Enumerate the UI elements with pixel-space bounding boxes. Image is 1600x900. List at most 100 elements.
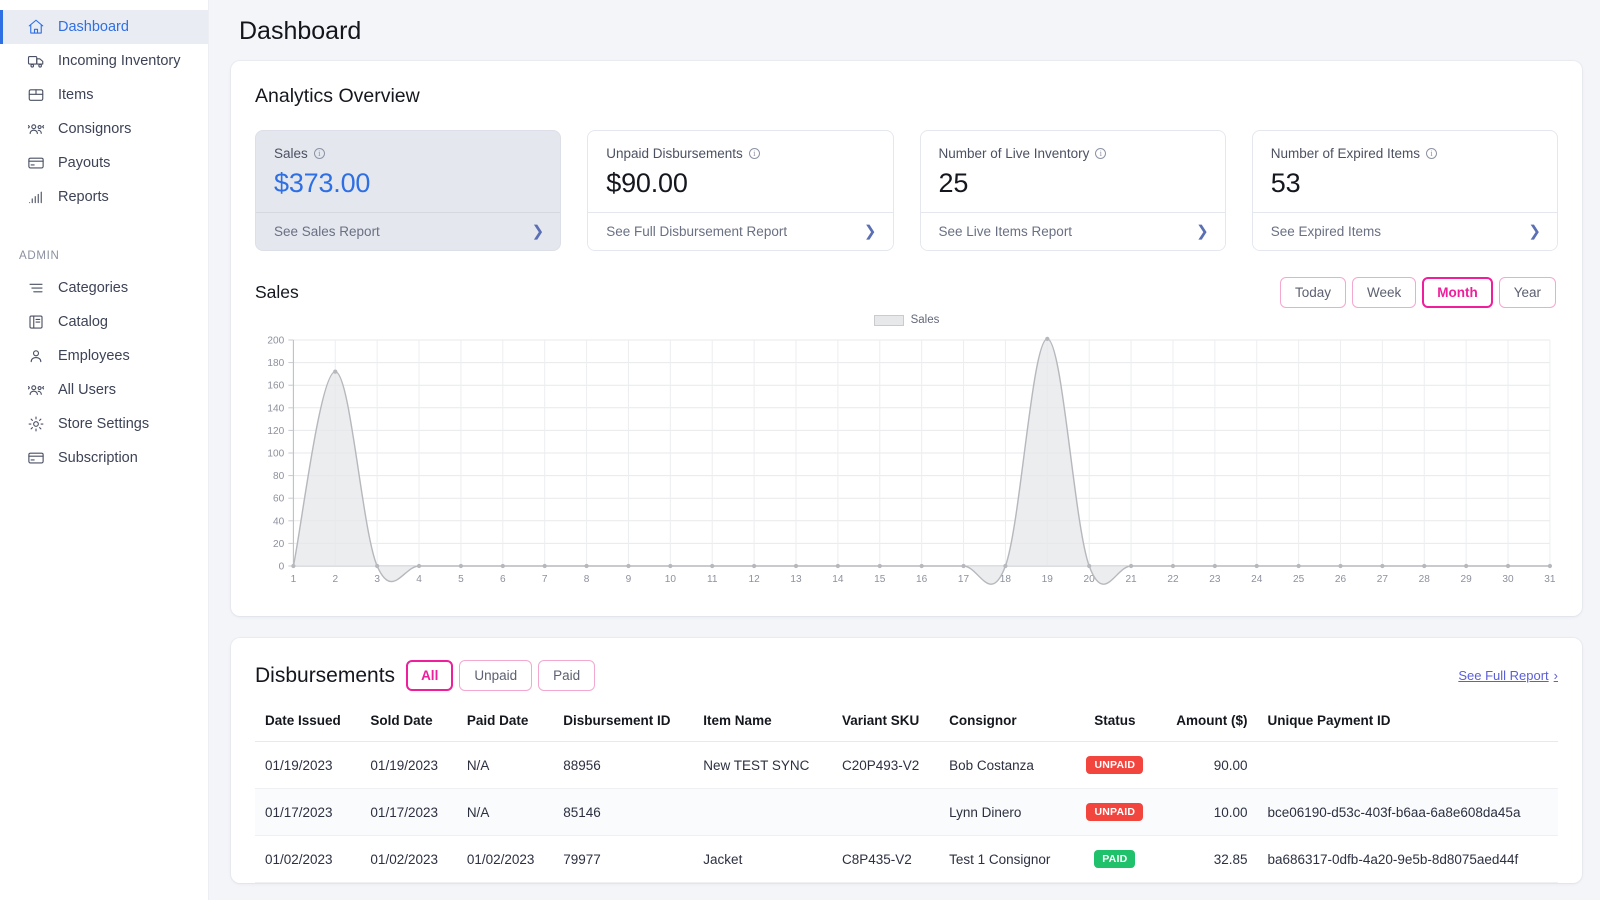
kpi-label-text: Sales (274, 146, 308, 161)
chevron-right-icon: ❯ (1528, 224, 1541, 239)
cell-variant-sku: C8P435-V2 (832, 836, 939, 883)
bar-chart-icon (26, 188, 45, 207)
svg-text:23: 23 (1209, 574, 1221, 585)
kpi-card-unpaid-disbursements[interactable]: Unpaid Disbursementsi$90.00See Full Disb… (587, 130, 893, 251)
svg-text:5: 5 (458, 574, 464, 585)
kpi-card-row: Salesi$373.00See Sales Report❯ Unpaid Dis… (255, 130, 1558, 251)
svg-text:11: 11 (707, 574, 718, 585)
kpi-label-text: Number of Expired Items (1271, 146, 1420, 161)
sidebar-section-admin: ADMIN (0, 250, 208, 271)
table-row[interactable]: 01/19/202301/19/2023N/A88956New TEST SYN… (255, 742, 1558, 789)
sidebar-item-employees[interactable]: Employees (0, 339, 208, 373)
sidebar-item-incoming-inventory[interactable]: Incoming Inventory (0, 44, 208, 78)
sidebar-item-catalog[interactable]: Catalog (0, 305, 208, 339)
kpi-report-label: See Live Items Report (939, 224, 1073, 239)
kpi-report-link[interactable]: See Sales Report❯ (256, 212, 560, 250)
see-full-report-link[interactable]: See Full Report › (1458, 668, 1558, 683)
sidebar-item-label: Catalog (58, 314, 108, 330)
sidebar-item-categories[interactable]: Categories (0, 271, 208, 305)
info-icon[interactable]: i (1095, 148, 1106, 159)
users-icon (26, 120, 45, 139)
kpi-report-link[interactable]: See Expired Items❯ (1253, 212, 1557, 250)
date-range-selector: TodayWeekMonthYear (1280, 277, 1556, 308)
cell-date-issued: 01/17/2023 (255, 789, 360, 836)
cell-payment-id: bce06190-d53c-403f-b6aa-6a8e608da45a (1257, 789, 1558, 836)
kpi-body: Unpaid Disbursementsi$90.00 (588, 131, 892, 212)
sidebar-item-reports[interactable]: Reports (0, 180, 208, 214)
sidebar-item-store-settings[interactable]: Store Settings (0, 407, 208, 441)
kpi-report-label: See Full Disbursement Report (606, 224, 787, 239)
filter-button-unpaid[interactable]: Unpaid (459, 660, 532, 691)
sidebar-item-subscription[interactable]: Subscription (0, 441, 208, 475)
cell-payment-id (1257, 742, 1558, 789)
cell-item-name (693, 789, 832, 836)
column-header: Status (1073, 713, 1157, 742)
legend-label-sales: Sales (911, 314, 940, 326)
sidebar-item-label: Incoming Inventory (58, 53, 181, 69)
disbursements-panel: Disbursements AllUnpaidPaid See Full Rep… (231, 638, 1582, 883)
kpi-card-number-of-expired-items[interactable]: Number of Expired Itemsi53See Expired It… (1252, 130, 1558, 251)
chevron-right-icon: › (1554, 668, 1558, 683)
kpi-card-sales[interactable]: Salesi$373.00See Sales Report❯ (255, 130, 561, 251)
sidebar-item-consignors[interactable]: Consignors (0, 112, 208, 146)
chart-svg: 0204060801001201401601802001234567891011… (255, 332, 1558, 594)
cell-amount: 32.85 (1157, 836, 1257, 883)
cell-amount: 10.00 (1157, 789, 1257, 836)
kpi-report-link[interactable]: See Live Items Report ❯ (921, 212, 1225, 250)
svg-text:22: 22 (1167, 574, 1179, 585)
table-row[interactable]: 01/02/202301/02/202301/02/202379977Jacke… (255, 836, 1558, 883)
kpi-label: Salesi (274, 146, 542, 161)
svg-text:25: 25 (1293, 574, 1305, 585)
filter-button-paid[interactable]: Paid (538, 660, 595, 691)
filter-button-all[interactable]: All (406, 660, 453, 691)
sidebar-item-all-users[interactable]: All Users (0, 373, 208, 407)
svg-text:28: 28 (1419, 574, 1431, 585)
range-button-month[interactable]: Month (1422, 277, 1492, 308)
svg-text:16: 16 (916, 574, 928, 585)
sales-chart: Sales 0204060801001201401601802001234567… (255, 314, 1558, 594)
users-icon (26, 381, 45, 400)
table-row[interactable]: 01/17/202301/17/2023N/A85146Lynn DineroU… (255, 789, 1558, 836)
see-full-report-label: See Full Report (1458, 668, 1548, 683)
sidebar-item-label: Employees (58, 348, 130, 364)
svg-text:120: 120 (267, 426, 284, 437)
disbursements-title: Disbursements (255, 664, 395, 688)
sidebar-item-label: Payouts (58, 155, 110, 171)
kpi-label: Number of Expired Items i (1271, 146, 1539, 161)
card-icon (26, 154, 45, 173)
sidebar-item-items[interactable]: Items (0, 78, 208, 112)
svg-text:17: 17 (958, 574, 970, 585)
kpi-label: Unpaid Disbursements i (606, 146, 874, 161)
info-icon[interactable]: i (314, 148, 325, 159)
cell-payment-id: ba686317-0dfb-4a20-9e5b-8d8075aed44f (1257, 836, 1558, 883)
svg-text:1: 1 (291, 574, 297, 585)
sidebar-item-label: Categories (58, 280, 128, 296)
cell-consignor: Lynn Dinero (939, 789, 1073, 836)
svg-text:4: 4 (416, 574, 422, 585)
svg-text:26: 26 (1335, 574, 1347, 585)
sidebar-item-dashboard[interactable]: Dashboard (0, 10, 208, 44)
chart-legend: Sales (255, 314, 1558, 326)
kpi-report-link[interactable]: See Full Disbursement Report❯ (588, 212, 892, 250)
svg-text:7: 7 (542, 574, 548, 585)
info-icon[interactable]: i (749, 148, 760, 159)
svg-text:29: 29 (1461, 574, 1473, 585)
info-icon[interactable]: i (1426, 148, 1437, 159)
svg-text:9: 9 (626, 574, 632, 585)
legend-swatch-sales (874, 315, 904, 326)
chevron-right-icon: ❯ (1196, 224, 1209, 239)
range-button-today[interactable]: Today (1280, 277, 1346, 308)
kpi-label-text: Unpaid Disbursements (606, 146, 743, 161)
cell-amount: 90.00 (1157, 742, 1257, 789)
column-header: Amount ($) (1157, 713, 1257, 742)
range-button-year[interactable]: Year (1499, 277, 1556, 308)
status-badge: UNPAID (1086, 756, 1143, 774)
cell-consignor: Test 1 Consignor (939, 836, 1073, 883)
app-root: Dashboard Incoming Inventory ItemsConsigno… (0, 0, 1600, 900)
sidebar-item-payouts[interactable]: Payouts (0, 146, 208, 180)
kpi-body: Salesi$373.00 (256, 131, 560, 212)
kpi-card-number-of-live-inventory[interactable]: Number of Live Inventoryi25See Live Item… (920, 130, 1226, 251)
box-icon (26, 86, 45, 105)
status-cell: UNPAID (1073, 742, 1157, 789)
range-button-week[interactable]: Week (1352, 277, 1416, 308)
